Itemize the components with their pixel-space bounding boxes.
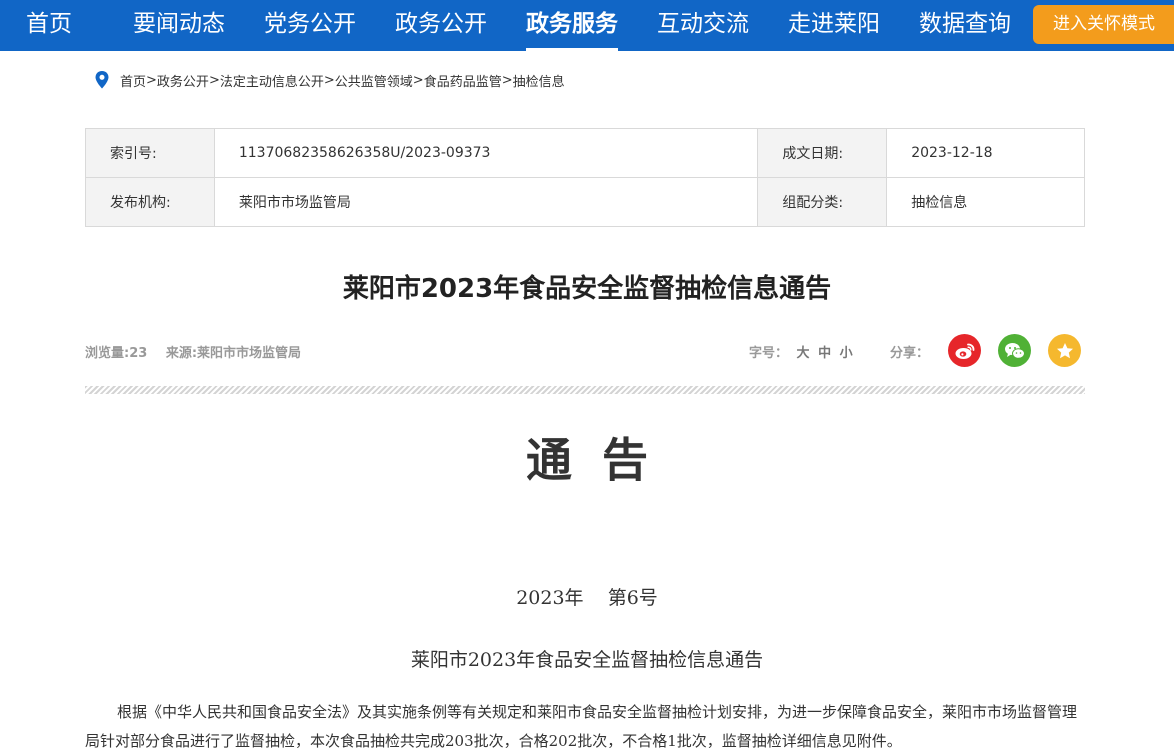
nav-item-about-laiyang[interactable]: 走进莱阳 — [788, 0, 880, 51]
notice-subtitle: 莱阳市2023年食品安全监督抽检信息通告 — [410, 649, 764, 671]
index-label: 索引号: — [85, 128, 215, 178]
font-size-label: 字号： — [749, 346, 789, 361]
nav-item-government-affairs[interactable]: 政务公开 — [395, 0, 487, 51]
date-label: 成文日期: — [757, 128, 888, 178]
wechat-icon — [1004, 342, 1025, 359]
notice-heading: 通告 — [526, 433, 678, 487]
publisher-value: 莱阳市市场监管局 — [213, 177, 759, 227]
document-number: 2023年 第6号 — [516, 587, 658, 609]
breadcrumb-government-affairs[interactable]: 政务公开 — [157, 71, 209, 90]
breadcrumb-home[interactable]: 首页 — [120, 71, 146, 90]
breadcrumb: 首页 > 政务公开 > 法定主动信息公开 > 公共监管领域 > 食品药品监管 >… — [94, 70, 565, 90]
font-size-control: 字号： 大 中 小 — [749, 342, 853, 361]
share-weibo-button[interactable] — [948, 334, 981, 367]
nav-item-data-query[interactable]: 数据查询 — [919, 0, 1011, 51]
location-pin-icon — [95, 71, 109, 89]
top-nav: 首页 要闻动态 党务公开 政务公开 政务服务 互动交流 走进莱阳 数据查询 进入… — [0, 0, 1174, 51]
care-mode-button[interactable]: 进入关怀模式 — [1033, 5, 1174, 44]
category-value: 抽检信息 — [886, 177, 1085, 227]
nav-item-interaction[interactable]: 互动交流 — [657, 0, 749, 51]
table-row: 索引号: 11370682358626358U/2023-09373 成文日期:… — [85, 128, 1085, 178]
date-value: 2023-12-18 — [886, 128, 1085, 178]
font-size-large[interactable]: 大 — [797, 346, 810, 361]
publisher-label: 发布机构: — [85, 177, 215, 227]
breadcrumb-separator: > — [412, 72, 424, 88]
nav-item-government-services[interactable]: 政务服务 — [526, 0, 618, 51]
view-count: 浏览量:23 — [85, 346, 148, 361]
article-info: 浏览量:23 来源:莱阳市市场监管局 — [85, 342, 315, 361]
nav-item-home[interactable]: 首页 — [26, 0, 72, 51]
article-source: 来源:莱阳市市场监管局 — [165, 346, 302, 361]
favorite-button[interactable] — [1048, 334, 1081, 367]
table-row: 发布机构: 莱阳市市场监管局 组配分类: 抽检信息 — [85, 177, 1085, 227]
category-label: 组配分类: — [757, 177, 888, 227]
breadcrumb-separator: > — [501, 72, 513, 88]
font-size-medium[interactable]: 中 — [818, 346, 831, 361]
notice-paragraph: 根据《中华人民共和国食品安全法》及其实施条例等有关规定和莱阳市食品安全监督抽检计… — [85, 703, 1078, 750]
index-value: 11370682358626358U/2023-09373 — [213, 128, 759, 178]
nav-item-news[interactable]: 要闻动态 — [133, 0, 225, 51]
divider — [85, 386, 1085, 394]
font-size-small[interactable]: 小 — [840, 346, 853, 361]
document-meta-table: 索引号: 11370682358626358U/2023-09373 成文日期:… — [85, 128, 1085, 227]
breadcrumb-statutory-disclosure[interactable]: 法定主动信息公开 — [220, 71, 324, 90]
breadcrumb-food-drug[interactable]: 食品药品监管 — [424, 71, 502, 90]
share-label: 分享： — [890, 346, 930, 361]
breadcrumb-inspection-info[interactable]: 抽检信息 — [513, 71, 565, 90]
breadcrumb-separator: > — [146, 72, 157, 88]
star-icon — [1056, 342, 1073, 358]
breadcrumb-public-supervision[interactable]: 公共监管领域 — [335, 71, 413, 90]
weibo-icon — [955, 343, 974, 359]
article-title: 莱阳市2023年食品安全监督抽检信息通告 — [342, 274, 832, 304]
share-wechat-button[interactable] — [998, 334, 1031, 367]
breadcrumb-separator: > — [323, 72, 335, 88]
nav-item-party-affairs[interactable]: 党务公开 — [264, 0, 356, 51]
breadcrumb-separator: > — [208, 72, 220, 88]
